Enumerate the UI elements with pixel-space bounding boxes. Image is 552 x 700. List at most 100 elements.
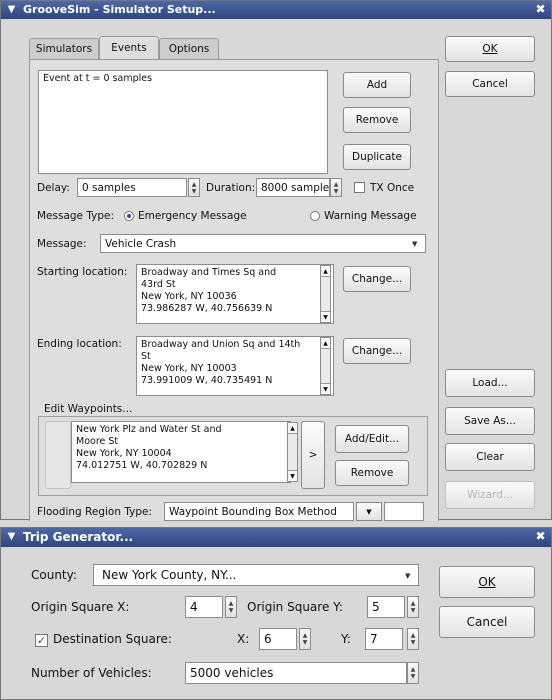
- destination-square-checkbox[interactable]: ✓: [35, 634, 48, 647]
- dest-y-stepper[interactable]: ▲ ▼: [407, 628, 419, 650]
- waypoint-line[interactable]: New York Plz and Water St and: [76, 424, 286, 436]
- ok-label: OK: [482, 43, 498, 55]
- simulator-setup-window: ▼ GrooveSim - Simulator Setup... ✖ Simul…: [0, 0, 552, 521]
- scroll-down-icon[interactable]: ▼: [321, 383, 330, 394]
- waypoint-scrollbar[interactable]: ▲ ▼: [287, 422, 298, 482]
- ending-scrollbar[interactable]: ▲ ▼: [320, 337, 331, 395]
- add-edit-waypoint-button[interactable]: Add/Edit...: [335, 425, 409, 453]
- origin-y-label: Origin Square Y:: [247, 600, 343, 614]
- trip-ok-button[interactable]: OK: [439, 566, 535, 598]
- trip-cancel-button[interactable]: Cancel: [439, 606, 535, 638]
- starting-location-text: Broadway and Times Sq and 43rd St New Yo…: [136, 264, 334, 324]
- change-starting-button[interactable]: Change...: [343, 266, 411, 292]
- setup-titlebar[interactable]: ▼ GrooveSim - Simulator Setup... ✖: [1, 1, 551, 19]
- ok-button[interactable]: OK: [445, 36, 535, 62]
- origin-x-stepper[interactable]: ▲ ▼: [225, 596, 237, 618]
- setup-title: GrooveSim - Simulator Setup...: [23, 3, 216, 16]
- message-select[interactable]: Vehicle Crash: [100, 234, 426, 253]
- ending-line: New York, NY 10003: [141, 363, 237, 374]
- clear-button[interactable]: Clear: [445, 443, 535, 471]
- message-label: Message:: [37, 238, 87, 250]
- waypoint-next-button[interactable]: >: [301, 421, 325, 489]
- scroll-up-icon[interactable]: ▲: [288, 423, 297, 434]
- emergency-radio[interactable]: [124, 211, 134, 221]
- dest-x-stepper[interactable]: ▲ ▼: [299, 628, 311, 650]
- scroll-down-icon[interactable]: ▼: [288, 470, 297, 481]
- delay-stepper[interactable]: ▲ ▼: [188, 178, 200, 197]
- events-list[interactable]: Event at t = 0 samples: [38, 70, 328, 174]
- scroll-up-icon[interactable]: ▲: [321, 266, 330, 277]
- duration-field[interactable]: 8000 samples: [256, 178, 330, 197]
- waypoints-group: New York Plz and Water St and Moore St N…: [38, 416, 428, 496]
- starting-scrollbar[interactable]: ▲ ▼: [320, 265, 331, 323]
- add-event-button[interactable]: Add: [343, 72, 411, 98]
- close-icon[interactable]: ✖: [533, 529, 548, 544]
- event-list-item[interactable]: Event at t = 0 samples: [43, 73, 323, 85]
- starting-location-label: Starting location:: [37, 266, 128, 278]
- duplicate-event-button[interactable]: Duplicate: [343, 144, 411, 170]
- ending-location-text: Broadway and Union Sq and 14th St New Yo…: [136, 336, 334, 396]
- county-select[interactable]: New York County, NY...: [93, 564, 419, 586]
- dest-y-field[interactable]: 7: [365, 628, 403, 650]
- trip-generator-window: ▼ Trip Generator... ✖ County: New York C…: [0, 527, 552, 700]
- origin-y-stepper[interactable]: ▲ ▼: [407, 596, 419, 618]
- scroll-up-icon[interactable]: ▲: [321, 338, 330, 349]
- waypoint-left-spacer: [45, 421, 71, 489]
- remove-waypoint-button[interactable]: Remove: [335, 460, 409, 486]
- close-icon[interactable]: ✖: [533, 2, 548, 17]
- ending-line: 73.991009 W, 40.735491 N: [141, 375, 273, 386]
- duration-label: Duration:: [206, 182, 256, 194]
- save-as-button[interactable]: Save As...: [445, 407, 535, 435]
- delay-label: Delay:: [37, 182, 70, 194]
- delay-field[interactable]: 0 samples: [77, 178, 187, 197]
- ending-line: Broadway and Union Sq and 14th: [141, 339, 301, 350]
- dest-x-label: X:: [237, 632, 250, 646]
- flooding-region-label: Flooding Region Type:: [37, 506, 152, 518]
- county-label: County:: [31, 568, 77, 582]
- ending-location-label: Ending location:: [37, 338, 122, 350]
- flooding-region-select[interactable]: Waypoint Bounding Box Method: [164, 502, 354, 521]
- flooding-extra-field[interactable]: [384, 502, 424, 521]
- tab-strip: Simulators Events Options: [29, 36, 439, 60]
- cancel-button[interactable]: Cancel: [445, 71, 535, 97]
- tab-options[interactable]: Options: [159, 38, 219, 59]
- tab-simulators[interactable]: Simulators: [29, 38, 99, 59]
- remove-event-button[interactable]: Remove: [343, 107, 411, 133]
- duration-stepper[interactable]: ▲ ▼: [330, 178, 342, 197]
- emergency-label: Emergency Message: [138, 210, 247, 222]
- vehicles-field[interactable]: 5000 vehicles: [185, 662, 407, 684]
- window-menu-icon[interactable]: ▼: [4, 529, 19, 544]
- trip-cancel-label: Cancel: [466, 615, 508, 629]
- starting-line: Broadway and Times Sq and: [141, 267, 277, 278]
- starting-line: New York, NY 10036: [141, 291, 237, 302]
- flooding-dropdown-button[interactable]: ▼: [356, 502, 382, 521]
- dest-x-field[interactable]: 6: [259, 628, 297, 650]
- change-ending-button[interactable]: Change...: [343, 338, 411, 364]
- chevron-down-icon[interactable]: ▼: [405, 572, 410, 580]
- vehicles-stepper[interactable]: ▲ ▼: [407, 662, 419, 684]
- origin-x-field[interactable]: 4: [185, 596, 223, 618]
- waypoint-line[interactable]: 74.012751 W, 40.702829 N: [76, 460, 286, 472]
- wizard-button[interactable]: Wizard...: [445, 481, 535, 509]
- waypoints-label: Edit Waypoints...: [44, 403, 133, 415]
- window-menu-icon[interactable]: ▼: [4, 2, 19, 17]
- starting-line: 43rd St: [141, 279, 176, 290]
- waypoint-line[interactable]: New York, NY 10004: [76, 448, 286, 460]
- cancel-label: Cancel: [472, 78, 508, 90]
- destination-square-label: Destination Square:: [53, 632, 172, 646]
- trip-ok-label: OK: [478, 575, 496, 589]
- chevron-down-icon[interactable]: ▼: [412, 240, 417, 248]
- warning-radio[interactable]: [310, 211, 320, 221]
- origin-y-field[interactable]: 5: [367, 596, 405, 618]
- waypoint-line[interactable]: Moore St: [76, 436, 286, 448]
- trip-title: Trip Generator...: [23, 530, 134, 544]
- tab-events[interactable]: Events: [99, 36, 159, 59]
- tx-once-checkbox[interactable]: [354, 182, 365, 193]
- load-button[interactable]: Load...: [445, 369, 535, 397]
- waypoint-list[interactable]: New York Plz and Water St and Moore St N…: [71, 421, 291, 483]
- dest-y-label: Y:: [341, 632, 351, 646]
- trip-titlebar[interactable]: ▼ Trip Generator... ✖: [1, 528, 551, 547]
- tab-simulators-label: Simulators: [35, 43, 93, 55]
- events-panel: Event at t = 0 samples Add Remove Duplic…: [29, 59, 439, 521]
- scroll-down-icon[interactable]: ▼: [321, 311, 330, 322]
